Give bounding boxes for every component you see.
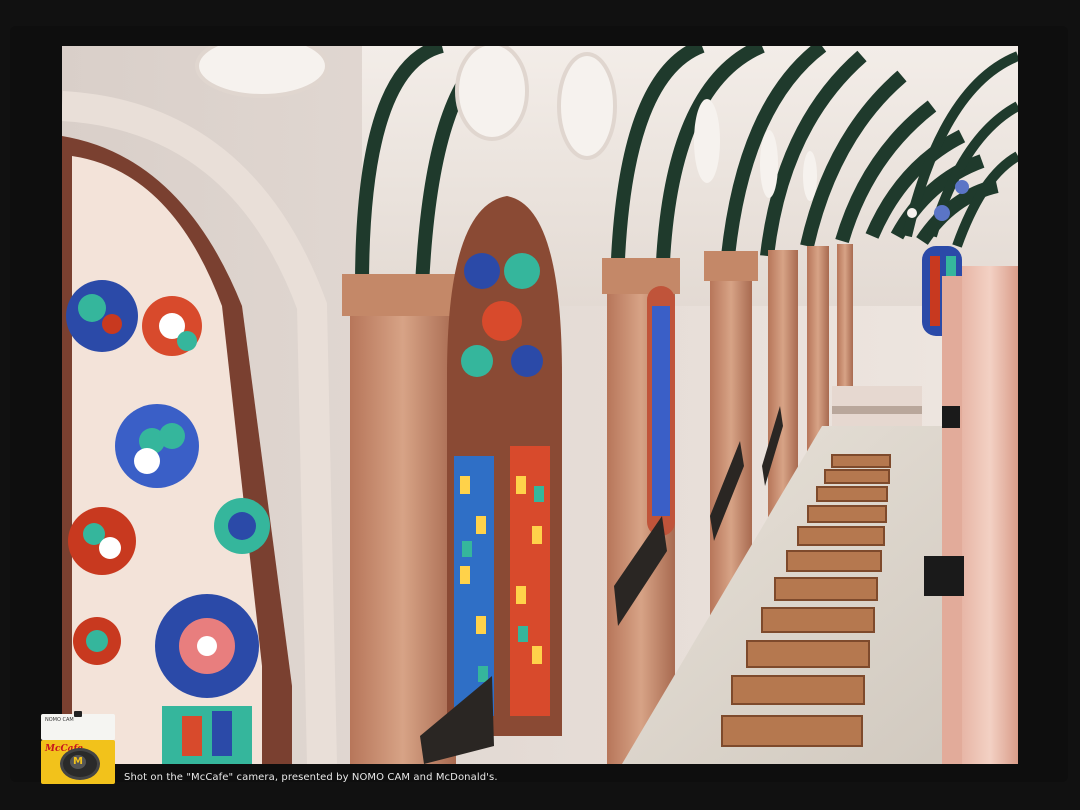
shutter-button-icon: [74, 711, 82, 717]
speaker-distant: [942, 406, 960, 428]
photo-caption: Shot on the "McCafe" camera, presented b…: [124, 772, 498, 783]
photo-frame: NOMO CAM McCafe M Shot on the "McCafe" c…: [0, 0, 1080, 810]
camera-lens-icon: M: [60, 748, 100, 780]
camera-body: McCafe M: [41, 740, 115, 784]
pillar: [350, 276, 456, 764]
camera-top: NOMO CAM: [41, 711, 115, 740]
camera-brand-label: NOMO CAM: [45, 717, 74, 723]
pillar-right: [962, 266, 1018, 764]
church-interior-photo: [62, 46, 1018, 764]
speaker: [924, 556, 964, 596]
mcdonalds-logo-icon: M: [70, 755, 86, 769]
camera-badge: NOMO CAM McCafe M: [41, 711, 115, 784]
stained-glass-lancet-window: [447, 196, 562, 736]
